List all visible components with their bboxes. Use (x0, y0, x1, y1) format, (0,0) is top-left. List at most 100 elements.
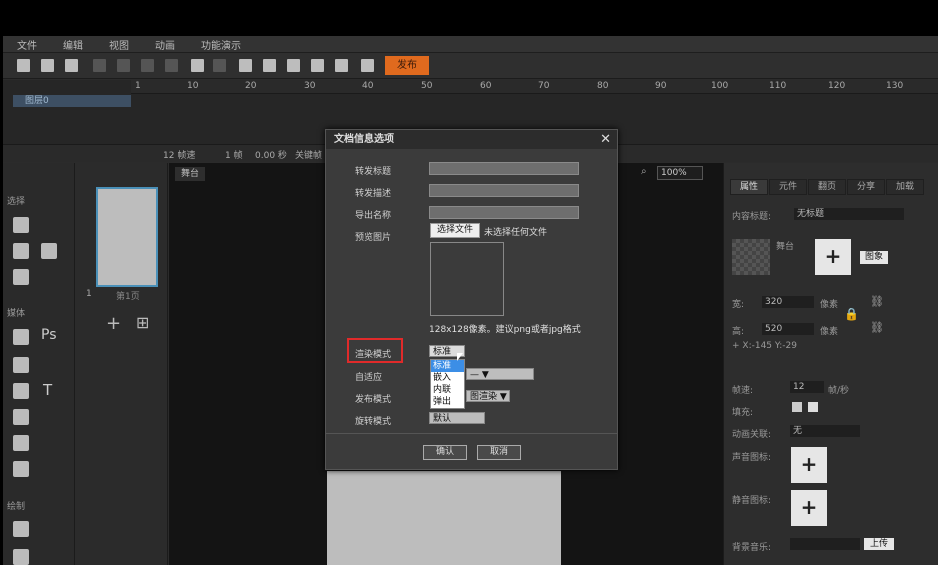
html-icon[interactable] (13, 435, 29, 451)
rotate-mode-select[interactable]: 默认 (429, 412, 485, 424)
add-mute-icon-button[interactable]: + (791, 490, 827, 526)
layer-row[interactable]: 图层0 (13, 95, 131, 107)
line-tool-icon[interactable] (13, 521, 29, 537)
add-page-icon[interactable]: + (106, 313, 121, 334)
size-hint: 128x128像素。建议png或者jpg格式 (429, 325, 581, 335)
page-thumbnail[interactable] (96, 187, 158, 287)
new-file-icon[interactable] (17, 59, 30, 72)
publish-button[interactable]: 发布 (385, 56, 429, 75)
grid-icon[interactable] (13, 329, 29, 345)
sound-icon-label: 声音图标: (732, 453, 772, 463)
menu-view[interactable]: 视图 (109, 37, 129, 52)
dropdown-option[interactable]: 嵌入 (431, 372, 464, 384)
stop-icon[interactable] (287, 59, 300, 72)
menu-edit[interactable]: 编辑 (63, 37, 83, 52)
add-sound-icon-button[interactable]: + (791, 447, 827, 483)
share-title-field[interactable] (429, 162, 579, 175)
ruler-tick: 10 (187, 81, 199, 91)
timeline-ruler[interactable]: 1 10 20 30 40 50 60 70 80 90 100 110 120… (131, 80, 938, 94)
render-mode-dropdown: 标准 嵌入 内联 弹出 (430, 359, 465, 409)
open-folder-icon[interactable] (41, 59, 54, 72)
stage-canvas[interactable] (327, 471, 561, 565)
copy-icon[interactable] (117, 59, 130, 72)
adaptive-select[interactable]: — ▼ (466, 368, 534, 380)
fill-color-swatch[interactable] (808, 402, 818, 412)
bg-music-label: 背景音乐: (732, 543, 772, 553)
render-mode-label: 渲染模式 (355, 350, 392, 360)
tab-symbols[interactable]: 元件 (769, 179, 807, 195)
keyframe-status: 关键帧 (295, 151, 323, 161)
preview-icon[interactable] (311, 59, 324, 72)
coords-readout: + X:-145 Y:-29 (732, 341, 797, 351)
arrow-tool-icon[interactable] (13, 217, 29, 233)
choose-file-button[interactable]: 选择文件 (430, 223, 480, 238)
list-icon[interactable] (13, 409, 29, 425)
upload-button[interactable]: 上传 (864, 538, 894, 550)
link-icon[interactable]: ⛓ (870, 321, 884, 334)
play-icon[interactable] (239, 59, 252, 72)
lock-icon[interactable]: 🔒 (844, 307, 859, 321)
width-field[interactable]: 320 (762, 296, 814, 308)
content-title-field[interactable]: 无标题 (794, 208, 904, 220)
dropdown-option[interactable]: 弹出 (431, 396, 464, 408)
share-desc-label: 转发描述 (355, 189, 392, 199)
tab-loading[interactable]: 加载 (886, 179, 924, 195)
link-icon[interactable]: ⛓ (870, 295, 884, 308)
fps-field[interactable]: 12 (790, 381, 824, 393)
export-name-field[interactable] (429, 206, 579, 219)
image-icon[interactable] (13, 357, 29, 373)
width-label: 宽: (732, 300, 745, 310)
ps-icon[interactable]: Ps (41, 327, 57, 343)
menu-demo[interactable]: 功能演示 (201, 37, 241, 52)
search-icon[interactable]: ⌕ (641, 166, 647, 177)
height-field[interactable]: 520 (762, 323, 814, 335)
anim-link-select[interactable]: 无 (790, 425, 860, 437)
publish-mode-select[interactable]: 图渲染 ▼ (466, 390, 510, 402)
zoom-tool-icon[interactable] (41, 243, 57, 259)
ruler-tick: 100 (711, 81, 729, 91)
section-select: 选择 (7, 197, 26, 207)
image-button[interactable]: 图象 (860, 251, 888, 264)
insert-page-icon[interactable]: ⊞ (136, 313, 149, 332)
delete-icon[interactable] (165, 59, 178, 72)
pause-icon[interactable] (263, 59, 276, 72)
menu-animation[interactable]: 动画 (155, 37, 175, 52)
tab-properties[interactable]: 属性 (730, 179, 768, 195)
tab-stage[interactable]: 舞台 (175, 167, 205, 181)
cut-icon[interactable] (93, 59, 106, 72)
cancel-button[interactable]: 取消 (477, 445, 521, 460)
close-icon[interactable]: ✕ (600, 132, 611, 147)
stage-tool-icon[interactable] (13, 269, 29, 285)
ok-button[interactable]: 确认 (423, 445, 467, 460)
menu-file[interactable]: 文件 (17, 37, 37, 52)
share-desc-field[interactable] (429, 184, 579, 197)
document-info-dialog: 文档信息选项 ✕ 转发标题 转发描述 导出名称 预览图片 选择文件 未选择任何文… (325, 129, 618, 470)
paste-icon[interactable] (141, 59, 154, 72)
redo-icon[interactable] (213, 59, 226, 72)
zoom-select[interactable]: 100% (657, 166, 703, 180)
transform-tool-icon[interactable] (13, 243, 29, 259)
frame-status: 1 帧 (225, 151, 243, 161)
text-tool-icon[interactable]: T (43, 381, 52, 399)
height-label: 高: (732, 327, 745, 337)
dialog-title: 文档信息选项 (326, 130, 617, 149)
video-icon[interactable] (13, 383, 29, 399)
fill-label: 填充: (732, 408, 754, 418)
bg-music-select[interactable] (790, 538, 860, 550)
fill-bucket-icon[interactable] (792, 402, 802, 412)
undo-icon[interactable] (191, 59, 204, 72)
tab-flip[interactable]: 翻页 (808, 179, 846, 195)
dropdown-option[interactable]: 内联 (431, 384, 464, 396)
mouse-cursor-icon (457, 353, 463, 361)
qrcode-icon[interactable] (335, 59, 348, 72)
barcode-icon[interactable] (13, 461, 29, 477)
ruler-tick: 50 (421, 81, 433, 91)
add-image-button[interactable]: + (815, 239, 851, 275)
fps-status: 12 帧速 (163, 151, 196, 161)
rect-tool-icon[interactable] (13, 549, 29, 565)
toolbar: 发布 (3, 53, 938, 79)
dropdown-option[interactable]: 标准 (431, 360, 464, 372)
tab-share[interactable]: 分享 (847, 179, 885, 195)
h5-icon[interactable] (361, 59, 374, 72)
save-icon[interactable] (65, 59, 78, 72)
